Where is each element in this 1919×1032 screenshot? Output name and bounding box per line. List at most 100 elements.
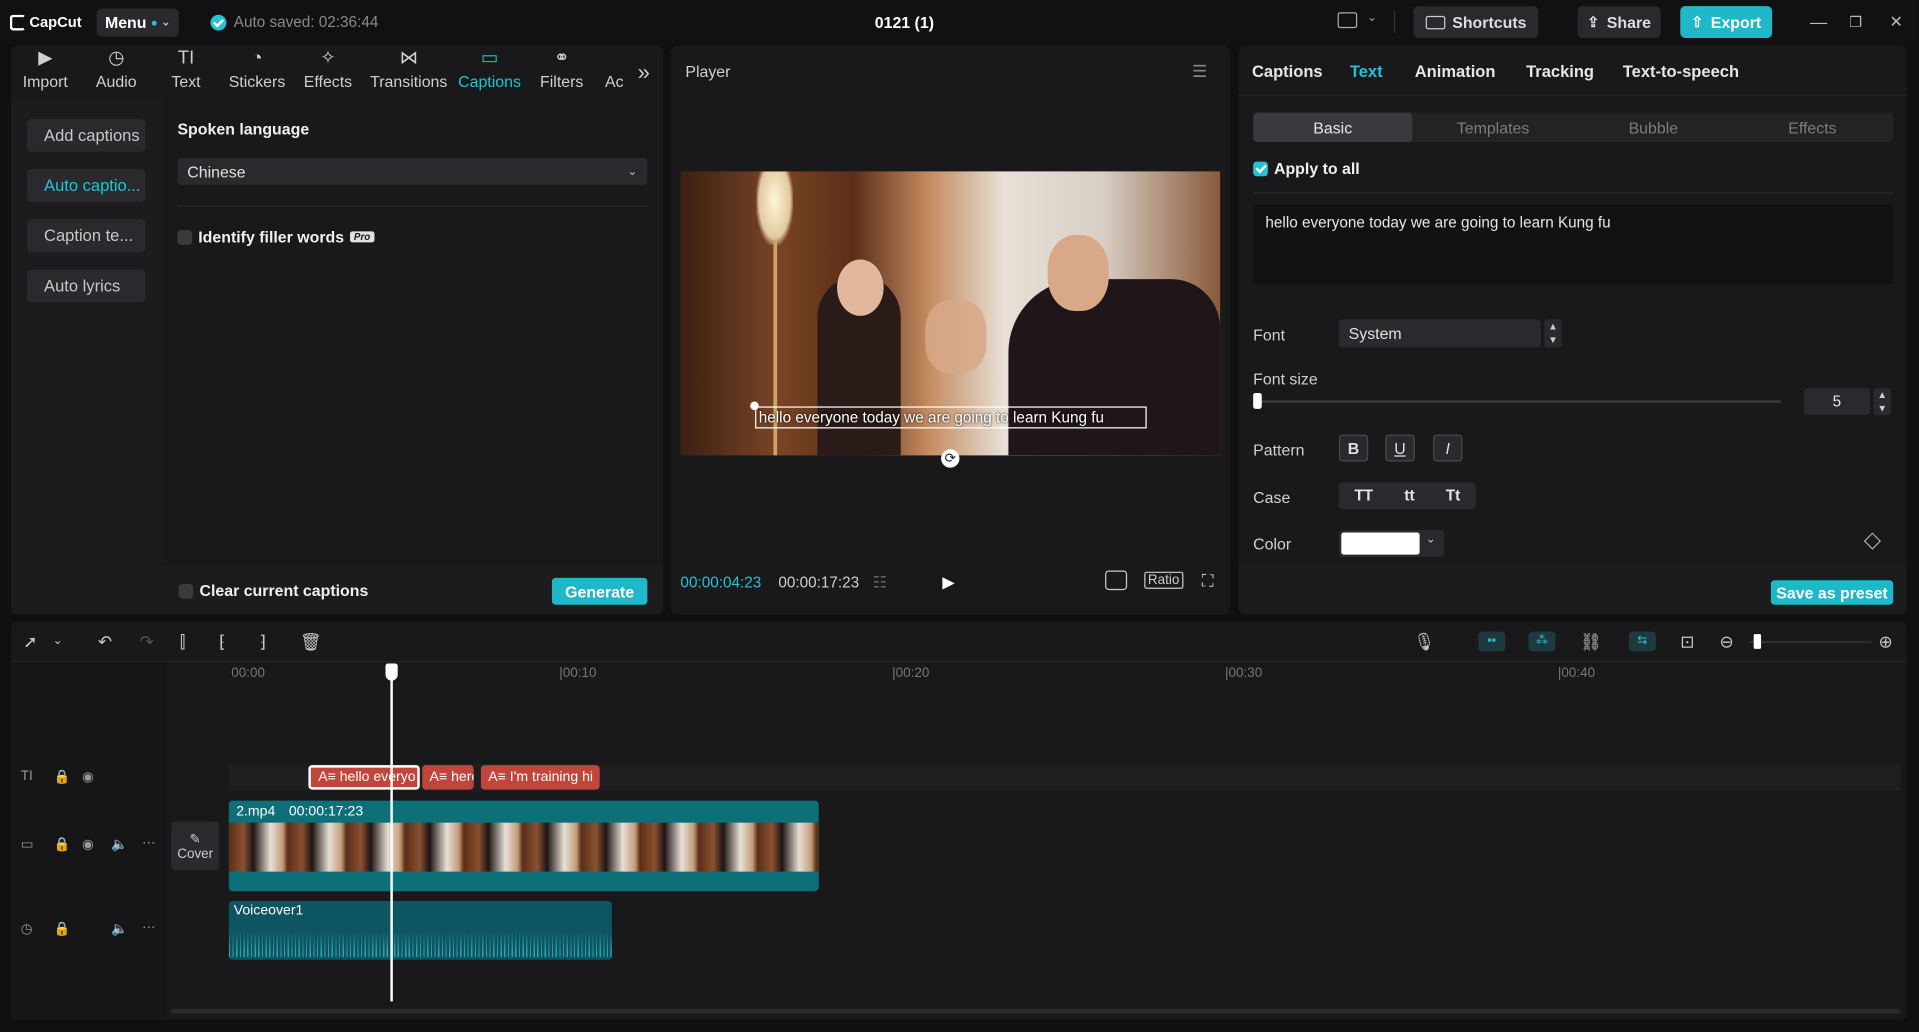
redo-icon[interactable]: ↷ <box>140 632 154 653</box>
subtab-basic[interactable]: Basic <box>1253 112 1413 143</box>
font-select[interactable]: System <box>1338 319 1541 348</box>
player-menu-icon[interactable]: ☰ <box>1192 61 1207 82</box>
bold-icon[interactable]: B <box>1338 434 1369 462</box>
text-clip[interactable]: A≡ hello everyo <box>308 765 420 790</box>
subtab-templates[interactable]: Templates <box>1413 113 1572 142</box>
underline-icon[interactable]: U <box>1385 434 1415 462</box>
undo-icon[interactable]: ↶ <box>98 632 112 653</box>
layout-icon[interactable] <box>1337 12 1358 29</box>
delete-icon[interactable]: 🗑 <box>300 632 322 653</box>
tab-adjustment[interactable]: Ac <box>601 45 628 99</box>
case-titlecase-button[interactable]: Tt <box>1446 487 1460 504</box>
fullscreen-icon[interactable]: ⛶ <box>1202 570 1214 591</box>
video-frame[interactable]: hello everyone today we are going to lea… <box>680 171 1221 456</box>
media-tabs: ▶ Import ◷ Audio TI Text ◔ Stickers ✧ Effects… <box>11 45 663 99</box>
eye-icon[interactable]: ◉ <box>82 769 94 785</box>
play-icon[interactable]: ▶ <box>942 573 954 593</box>
tab-effects[interactable]: ✧ Effects <box>295 45 361 99</box>
tab-import[interactable]: ▶ Import <box>11 45 80 99</box>
identify-filler-checkbox[interactable] <box>177 229 193 245</box>
restore-icon[interactable]: ❐ <box>1849 13 1862 30</box>
add-captions-button[interactable]: Add captions <box>26 118 146 152</box>
split-icon[interactable]: ⫿ <box>180 632 185 653</box>
caption-template-button[interactable]: Caption te... <box>26 219 146 253</box>
language-select[interactable]: Chinese ⌄ <box>177 157 648 185</box>
case-uppercase-button[interactable]: TT <box>1354 487 1373 504</box>
case-lowercase-button[interactable]: tt <box>1404 487 1414 504</box>
eye-icon[interactable]: ◉ <box>82 836 94 852</box>
frame-grid-icon[interactable]: ☷ <box>873 573 887 593</box>
snap-icon[interactable]: ⁂ <box>1528 631 1556 652</box>
tab-audio[interactable]: ◷ Audio <box>80 45 153 99</box>
zoom-slider[interactable] <box>1748 641 1872 643</box>
minimize-icon[interactable]: — <box>1810 12 1827 32</box>
more-icon[interactable]: ⋯ <box>142 919 155 936</box>
audio-clip[interactable]: Voiceover1 <box>228 901 612 960</box>
tab-text[interactable]: TI Text <box>153 45 219 99</box>
shortcuts-button[interactable]: Shortcuts <box>1413 6 1539 38</box>
microphone-icon[interactable]: 🎙 <box>1413 632 1435 653</box>
zoom-out-icon[interactable]: ⊖ <box>1719 632 1733 653</box>
font-size-slider[interactable] <box>1256 400 1781 403</box>
tab-text-props[interactable]: Text <box>1350 62 1383 80</box>
lock-icon[interactable]: 🔒 <box>54 769 71 785</box>
cover-button[interactable]: ✎ Cover <box>171 821 220 871</box>
apply-all-checkbox[interactable] <box>1253 160 1268 176</box>
magnet-icon[interactable]: ▪▪ <box>1478 631 1506 652</box>
playhead-line[interactable] <box>390 678 393 1002</box>
rotate-handle-icon[interactable]: ⟳ <box>941 449 960 468</box>
auto-lyrics-button[interactable]: Auto lyrics <box>26 269 146 303</box>
link-icon[interactable]: ⛓ <box>1580 632 1602 653</box>
caption-resize-handle[interactable] <box>750 401 759 411</box>
share-button[interactable]: ⇪ Share <box>1577 6 1661 38</box>
layout-chevron-icon[interactable]: ⌄ <box>1367 11 1377 24</box>
clear-captions-checkbox[interactable] <box>178 583 194 599</box>
time-ruler[interactable]: 00:00 |00:10 |00:20 |00:30 |00:40 <box>229 664 1907 684</box>
keyframe-icon[interactable] <box>1863 532 1882 550</box>
tab-stickers[interactable]: ◔ Stickers <box>219 45 295 99</box>
text-clip[interactable]: A≡ here <box>422 765 474 790</box>
tab-text-to-speech[interactable]: Text-to-speech <box>1623 62 1739 80</box>
auto-captions-button[interactable]: Auto captio... <box>26 168 146 202</box>
fit-timeline-icon[interactable]: ⊡ <box>1680 632 1694 653</box>
font-size-slider-handle[interactable] <box>1253 392 1262 409</box>
chevron-down-icon[interactable]: ⌄ <box>53 634 63 647</box>
more-tabs-icon[interactable]: » <box>628 45 660 99</box>
subtab-effects[interactable]: Effects <box>1733 113 1892 142</box>
ratio-button[interactable]: Ratio <box>1144 571 1184 589</box>
horizontal-scrollbar[interactable] <box>170 1008 1901 1014</box>
zoom-slider-handle[interactable] <box>1753 634 1762 649</box>
save-preset-button[interactable]: Save as preset <box>1770 580 1894 605</box>
screenshot-icon[interactable] <box>1105 570 1128 591</box>
generate-button[interactable]: Generate <box>551 577 648 605</box>
video-clip[interactable]: 2.mp4 00:00:17:23 <box>228 800 819 892</box>
italic-icon[interactable]: I <box>1433 434 1463 462</box>
select-tool-icon[interactable]: ➚ <box>23 632 37 653</box>
zoom-in-icon[interactable]: ⊕ <box>1879 632 1893 653</box>
more-icon[interactable]: ⋯ <box>142 835 155 851</box>
tab-animation[interactable]: Animation <box>1415 62 1496 80</box>
lock-icon[interactable]: 🔒 <box>54 921 71 937</box>
video-clip-name: 2.mp4 <box>236 804 276 819</box>
tab-captions[interactable]: ▭ Captions <box>456 45 522 99</box>
caption-overlay[interactable]: hello everyone today we are going to lea… <box>755 406 1147 429</box>
volume-icon[interactable]: 🔈 <box>111 836 128 852</box>
split-right-icon[interactable]: ⁆ <box>259 632 266 653</box>
font-stepper-icon[interactable]: ▲ ▼ <box>1544 319 1562 348</box>
volume-icon[interactable]: 🔈 <box>111 921 128 937</box>
lock-icon[interactable]: 🔒 <box>54 836 71 852</box>
caption-text-input[interactable]: hello everyone today we are going to lea… <box>1253 204 1894 285</box>
tab-transitions[interactable]: ⋈ Transitions <box>361 45 456 99</box>
font-size-input[interactable]: 5 <box>1803 388 1870 416</box>
font-size-stepper-icon[interactable]: ▲ ▼ <box>1873 388 1891 416</box>
subtab-bubble[interactable]: Bubble <box>1574 113 1733 142</box>
close-icon[interactable]: ✕ <box>1890 12 1903 32</box>
tab-tracking[interactable]: Tracking <box>1526 62 1594 80</box>
preview-axis-icon[interactable]: ⇆ <box>1628 631 1656 652</box>
tab-filters[interactable]: ⚭ Filters <box>523 45 601 99</box>
split-left-icon[interactable]: ⁅ <box>219 632 226 653</box>
color-picker[interactable]: ⌄ <box>1338 530 1445 558</box>
tab-captions-props[interactable]: Captions <box>1252 62 1323 80</box>
export-button[interactable]: ⇧ Export <box>1680 6 1773 38</box>
text-clip[interactable]: A≡ I'm training hi <box>480 765 600 790</box>
